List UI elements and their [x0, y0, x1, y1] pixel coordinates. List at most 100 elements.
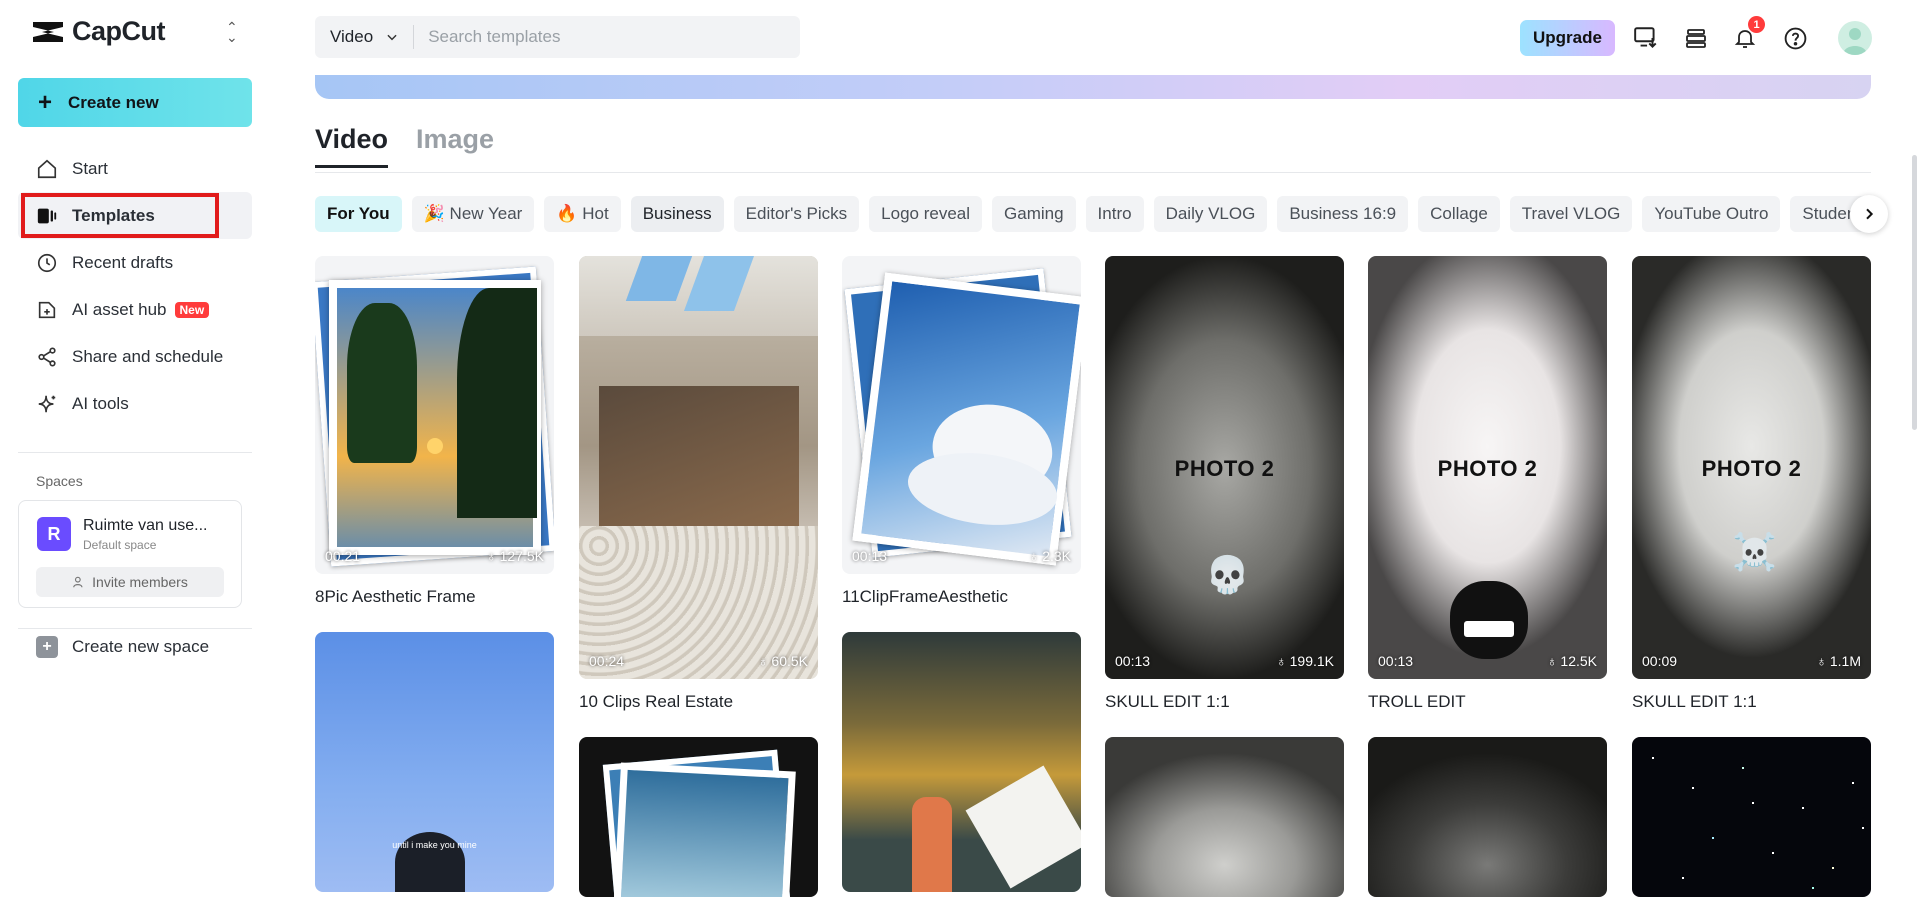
tab-video[interactable]: Video: [315, 124, 389, 168]
capcut-logo[interactable]: CapCut: [30, 16, 166, 47]
template-title: 11ClipFrameAesthetic: [842, 587, 1008, 606]
notification-badge: 1: [1748, 16, 1765, 33]
template-card[interactable]: PHOTO 2 00:13 ♁ 12.5K TROLL EDIT: [1368, 256, 1607, 712]
sidebar-item-ai-asset-hub[interactable]: AI asset hub New: [18, 286, 252, 333]
app-name: CapCut: [72, 16, 166, 46]
template-card[interactable]: [1632, 737, 1871, 897]
template-duration: 00:21: [325, 548, 361, 564]
sidebar-item-ai-tools[interactable]: AI tools: [18, 380, 252, 427]
clock-icon: [37, 253, 57, 272]
template-overlay-text: PHOTO 2: [1701, 456, 1802, 481]
flame-icon: ♁: [757, 653, 769, 669]
sidebar-item-share-and-schedule[interactable]: Share and schedule: [18, 333, 252, 380]
flame-icon: ♁: [1546, 653, 1558, 669]
template-thumbnail: PHOTO 2 ☠️ 00:09 ♁ 1.1M: [1632, 256, 1871, 679]
sidebar-item-label: Recent drafts: [72, 252, 174, 272]
capcut-logo-icon: [33, 21, 63, 42]
download-desktop-icon[interactable]: [1632, 24, 1660, 52]
invite-members-button[interactable]: Invite members: [36, 567, 224, 597]
stack-icon[interactable]: [1682, 24, 1710, 52]
promo-banner[interactable]: [315, 75, 1871, 99]
chip-youtube-outro[interactable]: YouTube Outro: [1642, 196, 1781, 232]
search-type-value: Video: [330, 27, 374, 46]
chip-travel-vlog[interactable]: Travel VLOG: [1509, 196, 1633, 232]
template-card[interactable]: 00:13 ♁ 2.3K 11ClipFrameAesthetic: [842, 256, 1081, 607]
template-views-value: 1.1M: [1829, 653, 1861, 669]
sidebar-item-label: Start: [72, 158, 108, 178]
spaces-heading: Spaces: [36, 473, 83, 489]
template-views-value: 12.5K: [1560, 653, 1597, 669]
chip-business[interactable]: Business: [630, 196, 724, 232]
template-views: ♁ 2.3K: [1029, 548, 1071, 564]
sidebar-item-start[interactable]: Start: [18, 145, 252, 192]
chip-gaming[interactable]: Gaming: [992, 196, 1076, 232]
page-scrollbar[interactable]: [1912, 155, 1917, 430]
create-new-button[interactable]: + Create new: [18, 78, 252, 127]
chip-hot[interactable]: 🔥 Hot: [544, 196, 621, 232]
space-subtitle: Default space: [83, 538, 157, 552]
sidebar-divider: [18, 628, 252, 629]
template-thumbnail: 00:24 ♁ 60.5K: [579, 256, 818, 679]
template-thumbnail: [579, 737, 818, 897]
media-tabs: Video Image: [315, 124, 494, 168]
chip-daily-vlog[interactable]: Daily VLOG: [1153, 196, 1268, 232]
user-avatar[interactable]: [1838, 21, 1872, 55]
chip-for-you[interactable]: For You: [315, 196, 402, 232]
sidebar-item-recent-drafts[interactable]: Recent drafts: [18, 239, 252, 286]
template-card[interactable]: 00:24 ♁ 60.5K 10 Clips Real Estate: [579, 256, 818, 712]
template-title: SKULL EDIT 1:1: [1632, 692, 1757, 711]
template-thumbnail: [1632, 737, 1871, 897]
template-thumbnail: PHOTO 2 💀 00:13 ♁ 199.1K: [1105, 256, 1344, 679]
template-card[interactable]: [1105, 737, 1344, 897]
template-views: ♁ 127.5K: [486, 548, 544, 564]
template-thumbnail: PHOTO 2 00:13 ♁ 12.5K: [1368, 256, 1607, 679]
template-views-value: 2.3K: [1042, 548, 1071, 564]
sparkle-icon: [38, 395, 56, 412]
template-thumbnail: 00:21 ♁ 127.5K: [315, 256, 554, 574]
chip-collage[interactable]: Collage: [1418, 196, 1500, 232]
share-icon: [38, 346, 56, 367]
space-card[interactable]: R Ruimte van use... Default space Invite…: [18, 500, 242, 608]
search-input[interactable]: [414, 27, 715, 47]
template-title: SKULL EDIT 1:1: [1105, 692, 1230, 711]
template-card[interactable]: 00:21 ♁ 127.5K 8Pic Aesthetic Frame: [315, 256, 554, 607]
chip-business-16-9[interactable]: Business 16:9: [1277, 196, 1409, 232]
help-icon[interactable]: [1781, 24, 1809, 52]
template-card[interactable]: [579, 737, 818, 897]
skull-icon: 💀: [1205, 554, 1250, 595]
tab-image[interactable]: Image: [416, 124, 494, 168]
template-thumbnail: [1368, 737, 1607, 897]
template-card[interactable]: until i make you mine: [315, 632, 554, 892]
chip-editors-picks[interactable]: Editor's Picks: [733, 196, 860, 232]
chevron-down-icon: [387, 34, 397, 41]
template-thumbnail: [1105, 737, 1344, 897]
category-chips: For You 🎉 New Year 🔥 Hot Business Editor…: [315, 196, 1871, 232]
thumbnail-caption: until i make you mine: [392, 840, 477, 850]
template-thumbnail: [842, 632, 1081, 892]
template-card[interactable]: PHOTO 2 ☠️ 00:09 ♁ 1.1M SKULL EDIT 1:1: [1632, 256, 1871, 712]
flame-icon: ♁: [1816, 653, 1827, 669]
invite-members-label: Invite members: [92, 574, 188, 590]
templates-highlight: [21, 193, 219, 238]
template-card[interactable]: [1368, 737, 1607, 897]
chip-new-year[interactable]: 🎉 New Year: [411, 196, 535, 232]
template-duration: 00:24: [589, 653, 625, 669]
template-card[interactable]: PHOTO 2 💀 00:13 ♁ 199.1K SKULL EDIT 1:1: [1105, 256, 1344, 712]
sidebar-item-label: Share and schedule: [72, 346, 224, 366]
chip-intro[interactable]: Intro: [1085, 196, 1144, 232]
workspace-switch-icon[interactable]: ⌃ ⌄: [226, 20, 238, 44]
troll-face-icon: [1450, 581, 1528, 659]
chips-next-button[interactable]: [1850, 195, 1888, 233]
template-title: TROLL EDIT: [1368, 692, 1466, 711]
template-overlay-text: PHOTO 2: [1437, 456, 1538, 481]
tabs-divider: [315, 172, 1871, 173]
create-new-space-button[interactable]: + Create new space: [36, 636, 209, 658]
asset-hub-icon: [38, 301, 56, 318]
space-avatar: R: [37, 517, 71, 551]
template-card[interactable]: [842, 632, 1081, 892]
template-thumbnail: 00:13 ♁ 2.3K: [842, 256, 1081, 574]
template-duration: 00:13: [1115, 653, 1151, 669]
chip-logo-reveal[interactable]: Logo reveal: [869, 196, 983, 232]
search-type-select[interactable]: Video: [315, 25, 415, 49]
upgrade-button[interactable]: Upgrade: [1520, 20, 1615, 56]
